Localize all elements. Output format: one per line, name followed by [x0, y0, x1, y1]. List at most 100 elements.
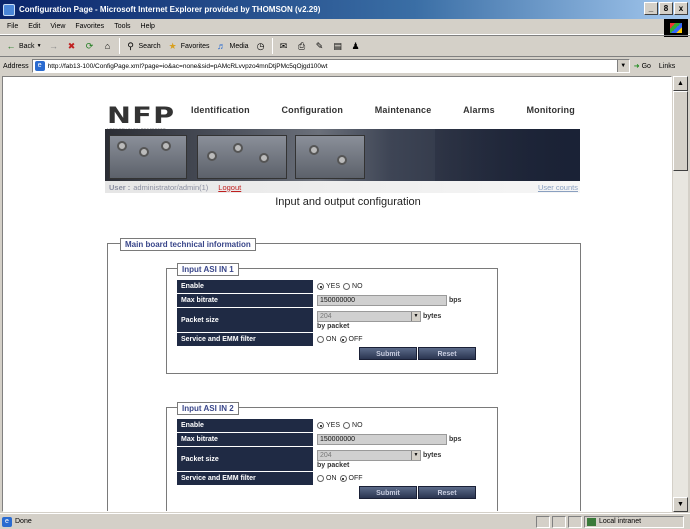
- reset-button[interactable]: Reset: [418, 347, 476, 360]
- chevron-down-icon[interactable]: ▼: [411, 450, 420, 460]
- menu-tools[interactable]: Tools: [109, 23, 135, 30]
- status-bar: e Done Local intranet: [0, 513, 690, 529]
- address-label: Address: [3, 62, 29, 70]
- input-asi-in-2-fieldset: Input ASI IN 2 Enable YES NO Max bitrate…: [166, 402, 498, 511]
- status-pane: [552, 516, 566, 528]
- mail-button[interactable]: ✉: [275, 40, 293, 52]
- media-icon: ♬: [217, 41, 226, 51]
- messenger-icon: ♟: [351, 40, 360, 51]
- go-arrow-icon: ➜: [633, 63, 640, 70]
- radio-dot-checked: [317, 283, 324, 290]
- status-pane: [536, 516, 550, 528]
- discuss-button[interactable]: ▤: [329, 40, 347, 52]
- filter-off-radio[interactable]: OFF: [339, 336, 363, 343]
- history-button[interactable]: ◷: [252, 40, 270, 52]
- maximize-button[interactable]: 8: [659, 2, 673, 15]
- stop-icon: ✖: [67, 40, 76, 51]
- toolbar: ← Back ▼ → ✖ ⟳ ⌂ ⚲ Search ★ Favorites ♬ …: [0, 35, 690, 57]
- favorites-label: Favorites: [180, 42, 210, 50]
- print-button[interactable]: ⎙: [293, 40, 311, 52]
- window-title: Configuration Page - Microsoft Internet …: [19, 5, 321, 14]
- menu-favorites[interactable]: Favorites: [70, 23, 109, 30]
- close-button[interactable]: x: [674, 2, 688, 15]
- max-bitrate-label: Max bitrate: [177, 433, 313, 446]
- page-done-icon: e: [2, 516, 12, 527]
- scroll-down-icon[interactable]: ▼: [673, 497, 688, 512]
- reset-button[interactable]: Reset: [418, 486, 476, 499]
- back-button[interactable]: ← Back ▼: [2, 40, 45, 52]
- packet-size-value: 204: [320, 451, 332, 459]
- banner-port: [309, 145, 319, 155]
- packet-size-select[interactable]: 204 ▼: [317, 449, 421, 461]
- enable-no-radio[interactable]: NO: [343, 283, 363, 290]
- edit-button[interactable]: ✎: [311, 40, 329, 52]
- address-url: http://fab13-100/ConfigPage.xml?page=io&…: [47, 62, 328, 70]
- enable-yes-label: YES: [326, 283, 341, 290]
- discuss-icon: ▤: [333, 40, 342, 51]
- scroll-up-icon[interactable]: ▲: [673, 76, 688, 91]
- submit-button[interactable]: Submit: [359, 486, 417, 499]
- menu-edit[interactable]: Edit: [23, 23, 45, 30]
- max-bitrate-input[interactable]: 150000000: [317, 295, 447, 306]
- banner-port: [207, 151, 217, 161]
- user-counts-link[interactable]: User counts: [538, 183, 578, 192]
- address-field[interactable]: e http://fab13-100/ConfigPage.xml?page=i…: [31, 59, 630, 73]
- logout-link[interactable]: Logout: [218, 183, 241, 192]
- enable-yes-radio[interactable]: YES: [317, 283, 340, 290]
- filter-on-radio[interactable]: ON: [317, 475, 337, 482]
- scroll-thumb[interactable]: [673, 91, 688, 171]
- radio-dot: [343, 283, 351, 290]
- home-button[interactable]: ⌂: [99, 40, 117, 52]
- menu-view[interactable]: View: [45, 23, 70, 30]
- enable-yes-radio[interactable]: YES: [317, 422, 340, 429]
- filter-on-label: ON: [326, 475, 337, 482]
- address-bar: Address e http://fab13-100/ConfigPage.xm…: [0, 57, 690, 75]
- enable-no-label: NO: [352, 283, 363, 290]
- enable-no-radio[interactable]: NO: [343, 422, 363, 429]
- media-button[interactable]: ♬ Media: [213, 40, 252, 52]
- chevron-down-icon[interactable]: ▼: [411, 311, 420, 321]
- messenger-button[interactable]: ♟: [347, 40, 365, 52]
- favorites-icon: ★: [168, 40, 177, 51]
- main-board-legend: Main board technical information: [120, 238, 256, 251]
- address-dropdown-icon[interactable]: ▼: [616, 60, 629, 72]
- menu-file[interactable]: File: [2, 23, 23, 30]
- submit-button[interactable]: Submit: [359, 347, 417, 360]
- vertical-scrollbar[interactable]: ▲ ▼: [673, 76, 688, 512]
- max-bitrate-unit: bps: [449, 436, 462, 443]
- nav-monitoring[interactable]: Monitoring: [526, 105, 575, 115]
- radio-dot: [317, 336, 324, 343]
- forward-arrow-icon: →: [49, 41, 59, 51]
- banner-panel: [295, 135, 365, 179]
- stop-button[interactable]: ✖: [63, 40, 81, 52]
- main-nav: Identification Configuration Maintenance…: [191, 105, 575, 115]
- packet-size-select[interactable]: 204 ▼: [317, 310, 421, 322]
- max-bitrate-input[interactable]: 150000000: [317, 434, 447, 445]
- history-icon: ◷: [256, 40, 265, 51]
- nav-alarms[interactable]: Alarms: [463, 105, 495, 115]
- menu-bar: File Edit View Favorites Tools Help: [0, 19, 690, 37]
- go-button[interactable]: ➜ Go: [633, 62, 651, 71]
- max-bitrate-label: Max bitrate: [177, 294, 313, 307]
- user-label: User :: [109, 182, 131, 192]
- menu-help[interactable]: Help: [136, 23, 160, 30]
- filter-on-radio[interactable]: ON: [317, 336, 337, 343]
- filter-off-radio[interactable]: OFF: [339, 475, 363, 482]
- enable-no-label: NO: [352, 422, 363, 429]
- links-button[interactable]: Links: [659, 63, 675, 70]
- nav-maintenance[interactable]: Maintenance: [375, 105, 432, 115]
- zone-label: Local intranet: [599, 518, 642, 525]
- forward-button[interactable]: →: [45, 40, 63, 52]
- search-button[interactable]: ⚲ Search: [122, 40, 164, 52]
- packet-size-sub: by packet: [317, 322, 350, 330]
- go-label: Go: [641, 62, 651, 70]
- nav-identification[interactable]: Identification: [191, 105, 250, 115]
- banner-port: [139, 147, 149, 157]
- page-viewport: NFP NETWORK FLOW PROCESSOR Identificatio…: [2, 76, 672, 512]
- packet-size-unit: bytes: [423, 451, 442, 459]
- minimize-button[interactable]: _: [644, 2, 658, 15]
- filter-off-label: OFF: [348, 475, 363, 482]
- refresh-button[interactable]: ⟳: [81, 40, 99, 52]
- nav-configuration[interactable]: Configuration: [281, 105, 343, 115]
- favorites-button[interactable]: ★ Favorites: [164, 40, 213, 52]
